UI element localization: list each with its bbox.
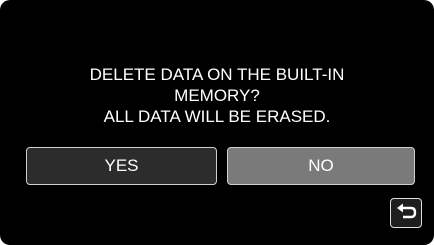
message-line-1: DELETE DATA ON THE BUILT-IN — [89, 65, 345, 84]
back-button[interactable] — [390, 198, 422, 228]
no-button[interactable]: NO — [227, 147, 415, 185]
message-line-2: MEMORY? — [174, 86, 260, 105]
confirmation-message: DELETE DATA ON THE BUILT-IN MEMORY? ALL … — [0, 64, 434, 127]
message-line-3: ALL DATA WILL BE ERASED. — [103, 107, 331, 126]
yes-button[interactable]: YES — [26, 147, 217, 185]
return-arrow-icon — [397, 203, 417, 219]
camera-screen: DELETE DATA ON THE BUILT-IN MEMORY? ALL … — [0, 0, 434, 245]
